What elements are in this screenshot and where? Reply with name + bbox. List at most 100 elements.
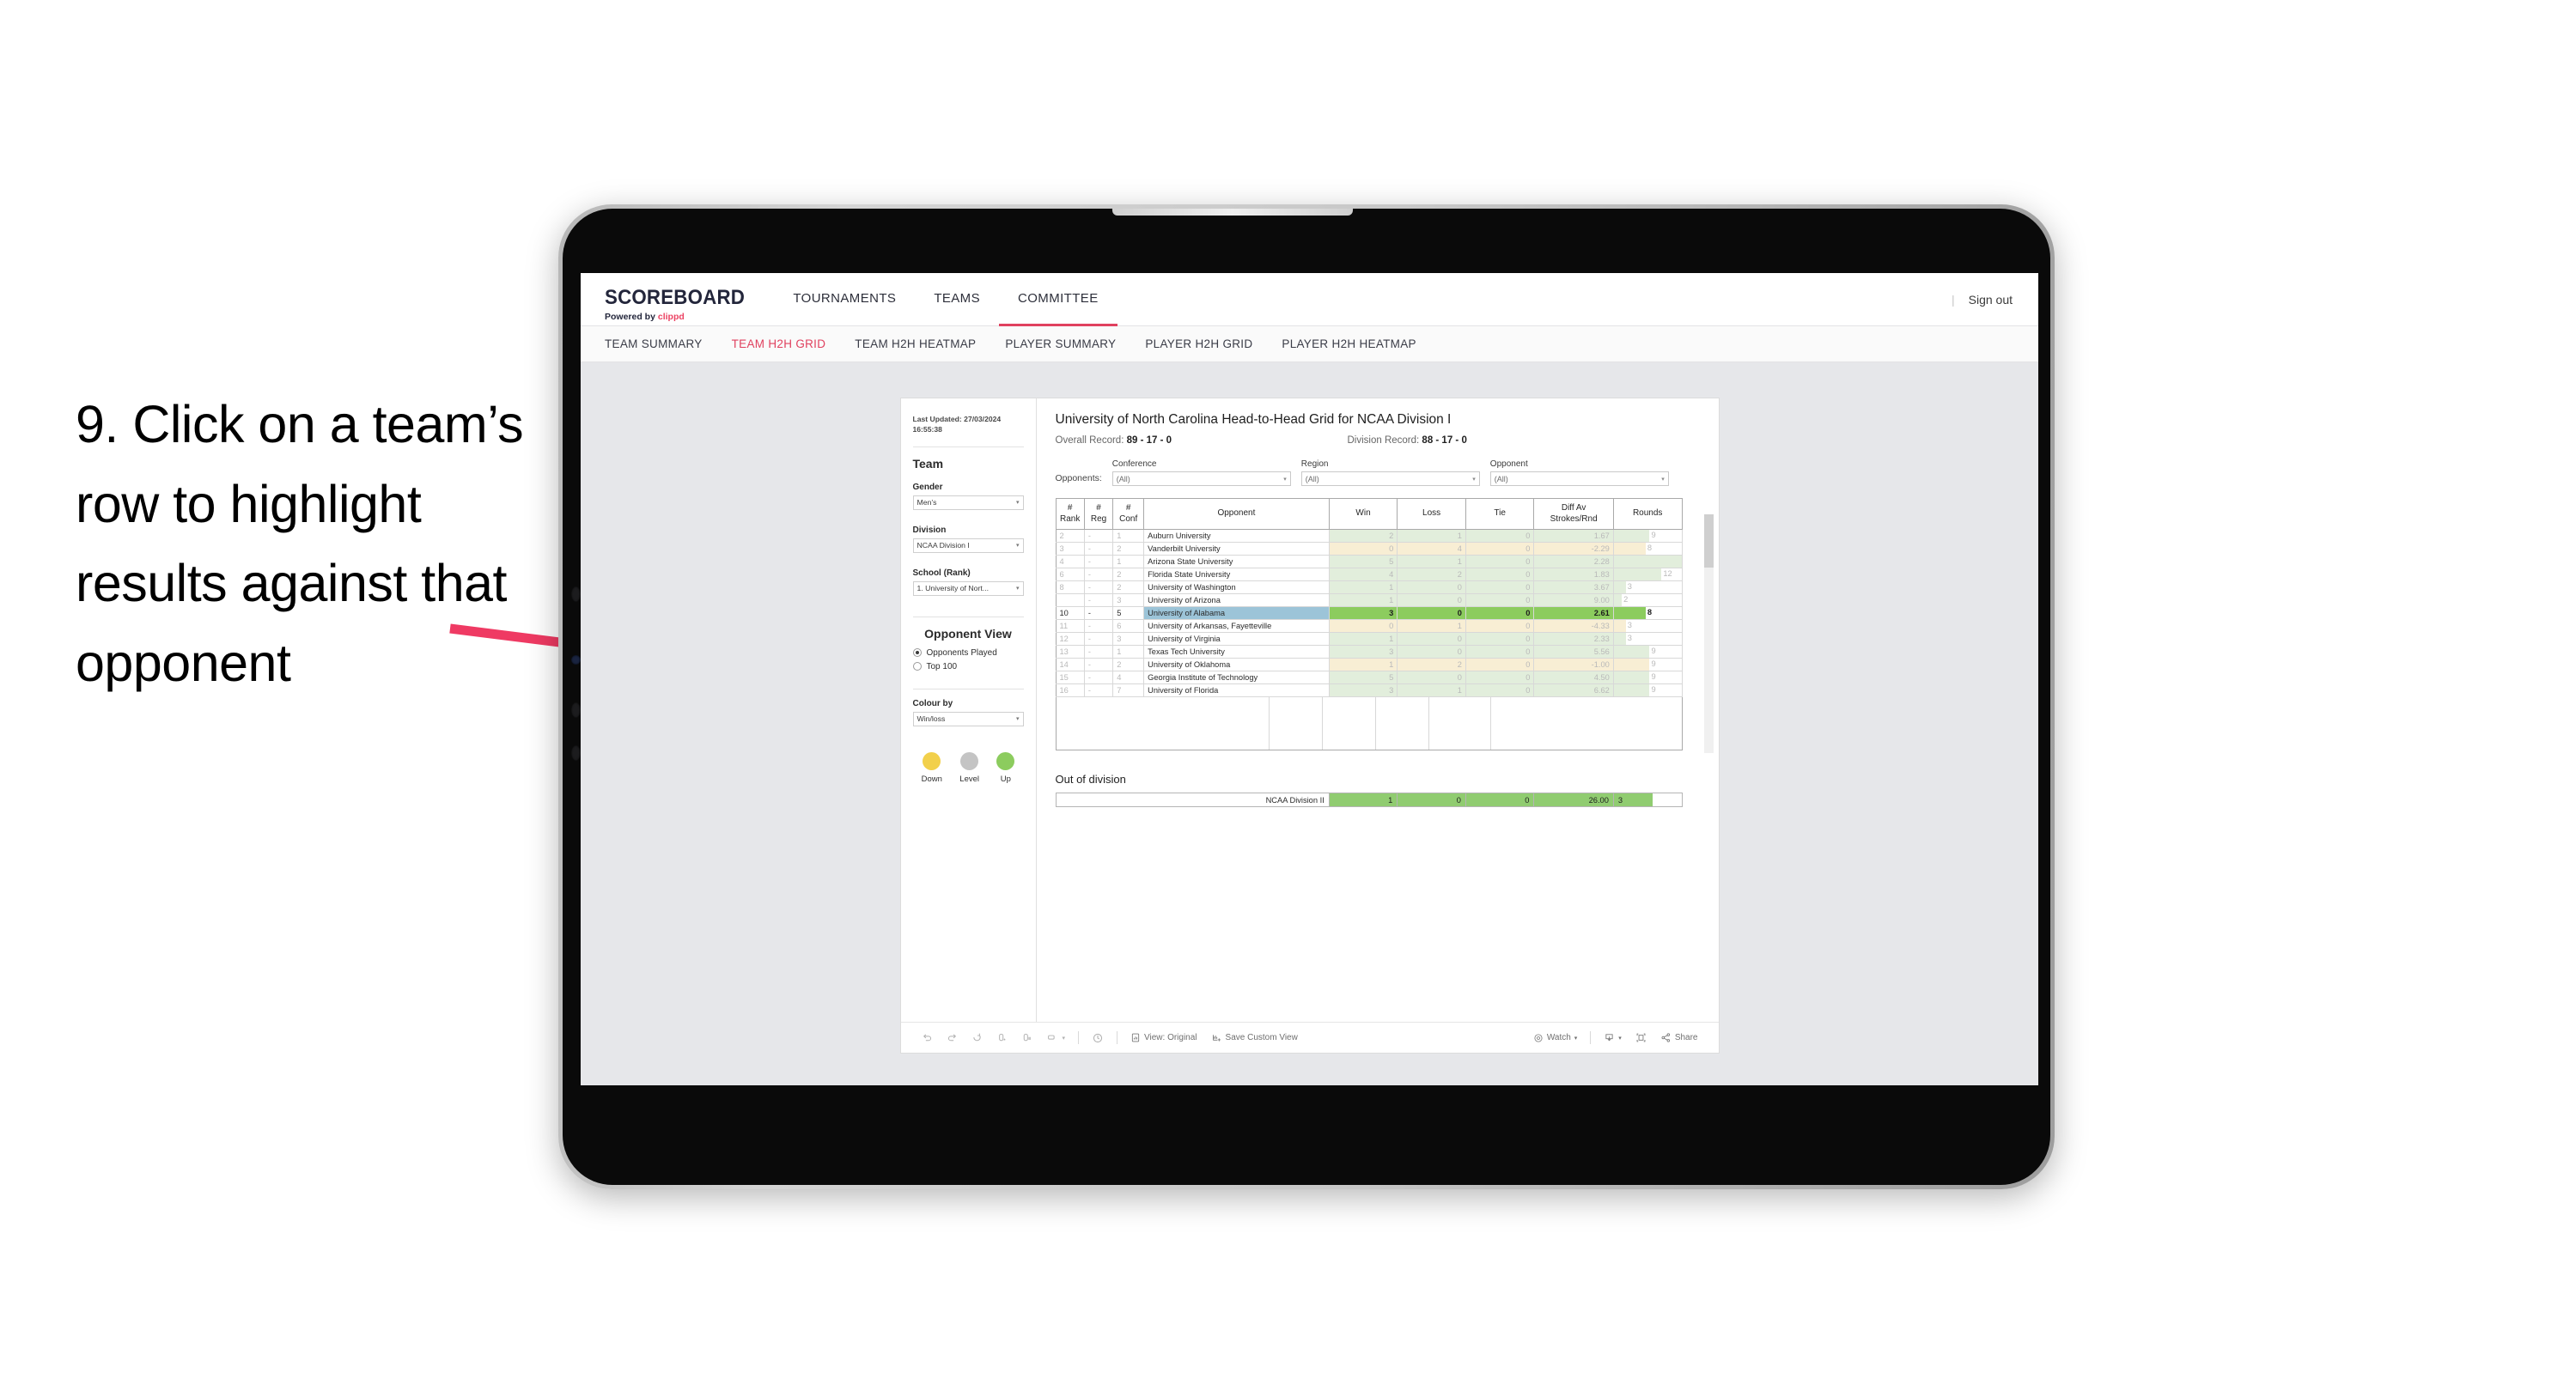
cell-rounds: 9 [1612, 529, 1683, 543]
table-row[interactable]: 15-4 Georgia Institute of Technology 5 0 0 4.… [1055, 671, 1683, 684]
rounds-value: 9 [1651, 647, 1656, 655]
cell-tie: 0 [1465, 683, 1535, 697]
table-row[interactable]: 8-2 University of Washington 1 0 0 3.67 3 [1055, 580, 1683, 594]
table-row[interactable]: 14-2 University of Oklahoma 1 2 0 -1.00 9 [1055, 658, 1683, 671]
cell-win: 1 [1328, 632, 1398, 646]
table-row[interactable]: -3 University of Arizona 1 0 0 9.00 2 [1055, 593, 1683, 607]
col-opponent[interactable]: Opponent [1143, 498, 1330, 530]
refresh-data-button[interactable] [990, 1032, 1014, 1043]
col-reg[interactable]: # Reg [1083, 498, 1114, 530]
cell-loss: 0 [1397, 645, 1466, 659]
cell-conf: 1 [1112, 529, 1145, 543]
region-filter-select[interactable]: (All) ▾ [1300, 471, 1480, 486]
device-layout-button[interactable]: ▾ [1039, 1032, 1073, 1043]
brand-logo[interactable]: SCOREBOARD Powered by clippd [581, 273, 774, 325]
rounds-value: 3 [1627, 582, 1632, 591]
table-row[interactable]: 12-3 University of Virginia 1 0 0 2.33 3 [1055, 632, 1683, 646]
rounds-bar [1614, 543, 1646, 555]
conference-filter-label: Conference [1111, 459, 1157, 469]
conference-filter-select[interactable]: (All) ▾ [1111, 471, 1291, 486]
col-diff[interactable]: Diff Av Strokes/Rnd [1533, 498, 1614, 530]
table-row[interactable]: 6-2 Florida State University 4 2 0 1.83 12 [1055, 568, 1683, 581]
pause-updates-button[interactable] [1014, 1032, 1039, 1043]
subnav-item-team-h2h-heatmap[interactable]: TEAM H2H HEATMAP [855, 337, 976, 350]
cell-loss: 0 [1397, 593, 1466, 607]
opponent-filter-select[interactable]: (All) ▾ [1489, 471, 1669, 486]
rounds-value: 12 [1663, 569, 1672, 578]
col-win[interactable]: Win [1328, 498, 1398, 530]
radio-top-100[interactable]: Top 100 [912, 662, 1024, 671]
rounds-value: 3 [1627, 634, 1632, 642]
cell-loss: 4 [1397, 542, 1466, 556]
topnav-item-committee[interactable]: COMMITTEE [999, 273, 1117, 326]
overall-record-label: Overall Record: [1055, 435, 1127, 446]
radio-opponents-played[interactable]: Opponents Played [912, 648, 1024, 658]
cell-tie: 0 [1465, 632, 1535, 646]
table-row[interactable]: 3-2 Vanderbilt University 0 4 0 -2.29 8 [1055, 542, 1683, 556]
cell-rounds: 9 [1612, 683, 1683, 697]
h2h-grid-table: # Rank # Reg # Conf Opponent Win Loss Tie D… [1055, 498, 1683, 697]
cell-rounds: 8 [1612, 606, 1683, 620]
sign-out-link[interactable]: Sign out [1969, 293, 2013, 307]
rounds-value: 9 [1651, 531, 1656, 539]
school-rank-select[interactable]: 1. University of Nort... ▾ [912, 580, 1024, 596]
subnav-item-team-h2h-grid[interactable]: TEAM H2H GRID [732, 337, 826, 350]
subnav-item-player-h2h-grid[interactable]: PLAYER H2H GRID [1145, 337, 1252, 350]
division-select[interactable]: NCAA Division I ▾ [912, 538, 1024, 553]
col-conf[interactable]: # Conf [1112, 498, 1145, 530]
cell-win: 0 [1328, 619, 1398, 633]
pause-auto-update-button[interactable] [1085, 1032, 1111, 1044]
save-custom-view-button[interactable]: Save Custom View [1204, 1032, 1305, 1043]
legend-label-level: Level [959, 774, 979, 784]
redo-button[interactable] [940, 1032, 965, 1043]
topnav-item-teams[interactable]: TEAMS [915, 273, 999, 326]
instruction-text: 9. Click on a team’s row to highlight re… [76, 395, 524, 693]
table-row[interactable]: 11-6 University of Arkansas, Fayetteville… [1055, 619, 1683, 633]
fullscreen-button[interactable] [1629, 1032, 1653, 1043]
cell-loss: 0 [1397, 580, 1466, 594]
col-loss[interactable]: Loss [1397, 498, 1466, 530]
table-row[interactable]: 16-7 University of Florida 3 1 0 6.62 9 [1055, 683, 1683, 697]
cell-win: 3 [1328, 683, 1398, 697]
cell-rounds: 8 [1612, 542, 1683, 556]
grid-vertical-scrollbar[interactable] [1703, 514, 1714, 753]
col-tie[interactable]: Tie [1465, 498, 1535, 530]
revert-button[interactable] [965, 1032, 990, 1043]
scrollbar-thumb[interactable] [1703, 514, 1714, 568]
cell-diff: 6.62 [1533, 683, 1614, 697]
gender-select[interactable]: Men’s ▾ [912, 495, 1024, 510]
out-of-division-row[interactable]: NCAA Division II 1 0 0 26.00 3 [1055, 793, 1683, 807]
cell-rounds: 9 [1612, 645, 1683, 659]
cell-reg: - [1083, 671, 1114, 684]
subnav-item-team-summary[interactable]: TEAM SUMMARY [605, 337, 703, 350]
cell-diff: 1.67 [1533, 529, 1614, 543]
gender-value: Men’s [917, 498, 937, 507]
subnav-item-player-h2h-heatmap[interactable]: PLAYER H2H HEATMAP [1282, 337, 1416, 350]
cell-rank: 12 [1055, 632, 1085, 646]
cell-loss: 2 [1397, 658, 1466, 671]
opponent-filter-label: Opponent [1489, 459, 1528, 469]
colour-by-select[interactable]: Win/loss ▾ [912, 711, 1024, 726]
view-original-button[interactable]: View: Original [1124, 1032, 1204, 1043]
table-row[interactable]: 13-1 Texas Tech University 3 0 0 5.56 9 [1055, 645, 1683, 659]
share-button[interactable]: Share [1653, 1032, 1705, 1043]
region-filter-value: (All) [1305, 474, 1319, 483]
col-rank[interactable]: # Rank [1055, 498, 1085, 530]
h2h-grid-body: 2-1 Auburn University 2 1 0 1.67 9 3-2 Vanderbil… [1055, 529, 1683, 697]
cell-reg: - [1083, 683, 1114, 697]
topnav-item-tournaments[interactable]: TOURNAMENTS [774, 273, 915, 326]
cell-rank: 8 [1055, 580, 1085, 594]
table-row[interactable]: 10-5 University of Alabama 3 0 0 2.61 8 [1055, 606, 1683, 620]
table-row[interactable]: 4-1Arizona State University5102.2817 [1055, 555, 1683, 568]
rounds-bar [1614, 633, 1626, 645]
division-value: NCAA Division I [917, 541, 970, 550]
table-row[interactable]: 2-1 Auburn University 2 1 0 1.67 9 [1055, 529, 1683, 543]
download-button[interactable]: ▾ [1597, 1032, 1629, 1043]
undo-button[interactable] [915, 1032, 940, 1043]
colour-by-label: Colour by [912, 698, 953, 708]
chevron-down-icon: ▾ [1015, 543, 1020, 550]
watch-button[interactable]: Watch ▾ [1526, 1033, 1584, 1043]
cell-reg: - [1083, 529, 1114, 543]
col-rounds[interactable]: Rounds [1612, 498, 1683, 530]
subnav-item-player-summary[interactable]: PLAYER SUMMARY [1005, 337, 1116, 350]
